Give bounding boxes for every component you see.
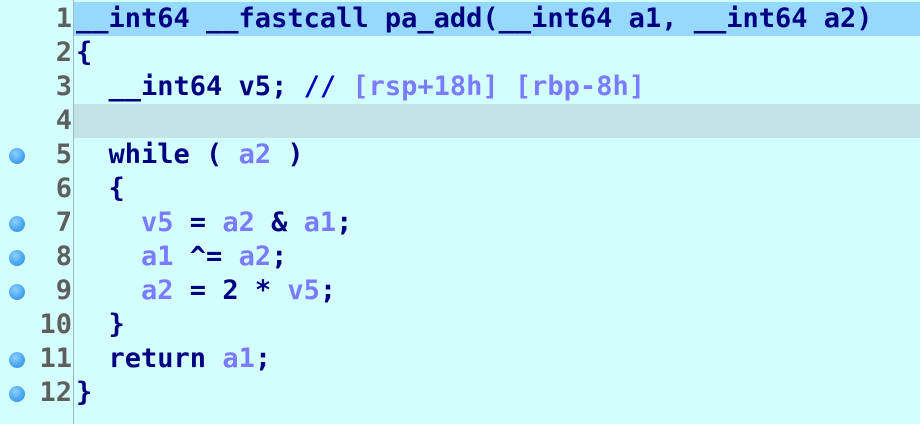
variable[interactable]: v5 — [287, 275, 320, 306]
code-line-5[interactable]: 5 while ( a2 ) — [0, 138, 920, 172]
operator: & — [254, 207, 304, 238]
code-line-6[interactable]: 6 { — [0, 172, 920, 206]
code-line-7[interactable]: 7 v5 = a2 & a1; — [0, 206, 920, 240]
line-number: 6 — [55, 173, 72, 204]
punct: ; — [254, 343, 272, 374]
line-number: 1 — [55, 3, 72, 34]
line-number: 11 — [39, 343, 72, 374]
stack-comment: [rsp+18h] [rbp-8h] — [352, 71, 645, 102]
code-text[interactable]: a1 ^= a2; — [76, 240, 287, 274]
variable[interactable]: a1 — [141, 241, 174, 272]
code-line-2[interactable]: 2 { — [0, 36, 920, 70]
keyword-return: return — [76, 343, 223, 374]
code-text[interactable]: } — [76, 308, 125, 342]
variable[interactable]: a2 — [222, 207, 255, 238]
line-number: 8 — [55, 241, 72, 272]
pseudocode-view[interactable]: 1 __int64 __fastcall pa_add(__int64 a1, … — [0, 0, 920, 424]
punct: ) — [271, 139, 304, 170]
variable[interactable]: a2 — [239, 139, 272, 170]
punct: ; — [271, 241, 288, 272]
code-line-11[interactable]: 11 return a1; — [0, 342, 920, 376]
operator: ^= — [173, 241, 239, 272]
line-number: 2 — [55, 37, 72, 68]
code-text[interactable]: while ( a2 ) — [76, 138, 304, 172]
code-text[interactable]: a2 = 2 * v5; — [76, 274, 336, 308]
variable[interactable]: a1 — [304, 207, 337, 238]
code-text[interactable]: v5 = a2 & a1; — [76, 206, 352, 240]
punct: ; — [336, 207, 353, 238]
line-number: 3 — [55, 71, 72, 102]
code-line-3[interactable]: 3 __int64 v5; // [rsp+18h] [rbp-8h] — [0, 70, 920, 104]
code-line-9[interactable]: 9 a2 = 2 * v5; — [0, 274, 920, 308]
line-number: 4 — [55, 105, 72, 136]
line-number: 7 — [55, 207, 72, 238]
code-line-12[interactable]: 12 } — [0, 376, 920, 410]
line-number: 5 — [55, 139, 72, 170]
code-text[interactable]: { — [76, 172, 125, 206]
variable[interactable]: a2 — [141, 275, 174, 306]
function-params: __int64 a1, __int64 a2) — [498, 3, 873, 34]
variable[interactable]: a2 — [239, 241, 272, 272]
variable[interactable]: v5 — [141, 207, 174, 238]
comment-marker: // — [303, 71, 353, 102]
operator: = 2 * — [173, 275, 288, 306]
code-line-4[interactable]: 4 — [0, 104, 920, 138]
code-text[interactable]: __int64 v5; // [rsp+18h] [rbp-8h] — [76, 70, 645, 104]
function-signature: __int64 __fastcall pa_add( — [76, 3, 499, 34]
line-number: 12 — [39, 377, 72, 408]
variable[interactable]: a1 — [222, 343, 255, 374]
code-text[interactable]: { — [76, 36, 92, 70]
code-text[interactable]: __int64 __fastcall pa_add(__int64 a1, __… — [76, 2, 873, 36]
code-text[interactable]: return a1; — [76, 342, 272, 376]
code-line-10[interactable]: 10 } — [0, 308, 920, 342]
punct: ; — [319, 275, 337, 306]
code-text[interactable]: } — [76, 376, 92, 410]
line-number: 9 — [55, 275, 72, 306]
current-line-highlight — [74, 104, 920, 138]
code-line-8[interactable]: 8 a1 ^= a2; — [0, 240, 920, 274]
operator: = — [173, 207, 223, 238]
var-declaration: __int64 v5; — [76, 71, 304, 102]
code-line-1[interactable]: 1 __int64 __fastcall pa_add(__int64 a1, … — [0, 2, 920, 36]
line-number: 10 — [39, 309, 72, 340]
keyword-while: while ( — [76, 139, 239, 170]
